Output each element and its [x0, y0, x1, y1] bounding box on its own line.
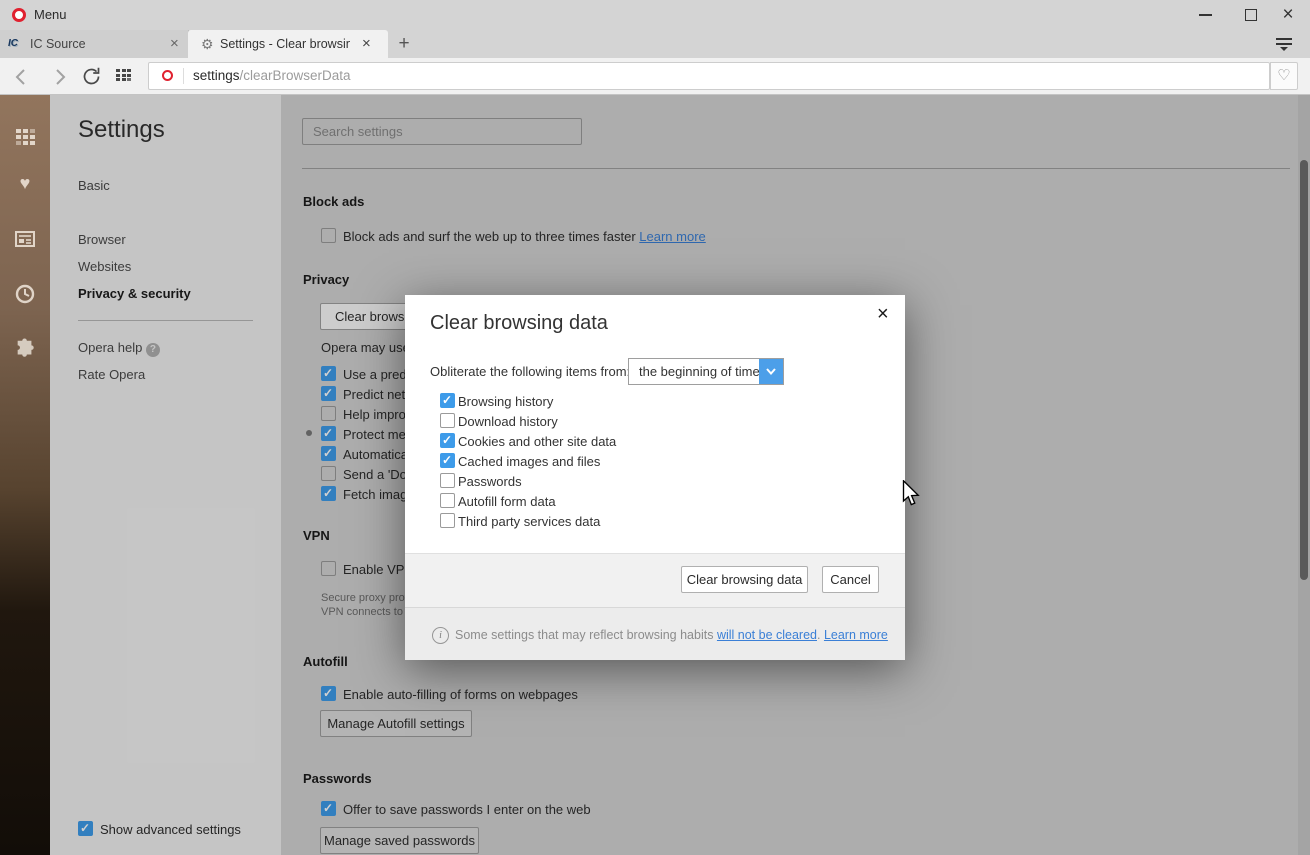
grid-icon	[116, 69, 133, 81]
extensions-button[interactable]	[0, 338, 50, 360]
learn-more-link[interactable]: Learn more	[824, 628, 888, 642]
speed-dial-button[interactable]	[0, 120, 50, 145]
dialog-label-autofill: Autofill form data	[458, 494, 556, 509]
dialog-checkbox-autofill[interactable]	[440, 493, 455, 508]
dialog-title: Clear browsing data	[430, 312, 608, 335]
opera-sidebar: ♥	[0, 95, 50, 855]
chevron-down-icon	[766, 368, 776, 375]
address-bar[interactable]: settings/clearBrowserData	[148, 62, 1270, 90]
opera-logo-icon	[12, 8, 26, 22]
navigation-toolbar: settings/clearBrowserData ♡	[0, 58, 1310, 95]
bookmark-heart-button[interactable]: ♡	[1270, 62, 1298, 90]
tab-strip: IC IC Source × ⚙ Settings - Clear browsi…	[0, 30, 1310, 58]
url-path: /clearBrowserData	[240, 68, 351, 83]
clear-browsing-data-dialog: Clear browsing data × Obliterate the fol…	[405, 295, 905, 660]
dialog-clear-button[interactable]: Clear browsing data	[681, 566, 808, 593]
obliterate-label: Obliterate the following items from:	[430, 364, 630, 379]
dialog-cancel-button[interactable]: Cancel	[822, 566, 879, 593]
dialog-info-text: Some settings that may reflect browsing …	[455, 628, 888, 642]
url-base: settings	[193, 68, 240, 83]
reload-icon	[81, 66, 102, 87]
dialog-checkbox-cookies[interactable]	[440, 433, 455, 448]
minimize-icon	[1199, 14, 1212, 16]
dialog-info-bar: i Some settings that may reflect browsin…	[405, 607, 905, 660]
dialog-label-cached-images: Cached images and files	[458, 454, 600, 469]
news-button[interactable]	[0, 231, 50, 247]
bookmarks-button[interactable]: ♥	[0, 173, 50, 194]
newspaper-icon	[15, 231, 35, 247]
heart-icon: ♥	[20, 173, 31, 193]
dialog-close-button[interactable]: ×	[877, 303, 889, 326]
tab-close-icon[interactable]: ×	[170, 30, 179, 58]
opera-badge-icon	[162, 70, 173, 81]
dropdown-button[interactable]	[759, 359, 783, 384]
close-window-button[interactable]: ×	[1266, 0, 1310, 30]
dialog-label-third-party: Third party services data	[458, 514, 600, 529]
cursor-arrow-icon	[902, 480, 920, 507]
info-icon: i	[432, 627, 449, 644]
ic-source-favicon: IC	[8, 30, 18, 58]
forward-arrow-icon	[49, 67, 69, 87]
speed-dial-icon	[16, 129, 35, 145]
dialog-checkbox-cached-images[interactable]	[440, 453, 455, 468]
settings-gear-icon: ⚙	[201, 30, 214, 58]
plus-icon: +	[398, 33, 409, 54]
close-icon: ×	[877, 303, 889, 325]
puzzle-icon	[14, 338, 36, 360]
back-arrow-icon	[12, 67, 32, 87]
tab-close-icon[interactable]: ×	[362, 30, 371, 58]
address-divider	[183, 68, 184, 84]
dialog-label-download-history: Download history	[458, 414, 558, 429]
dialog-checkbox-third-party[interactable]	[440, 513, 455, 528]
dialog-label-cookies: Cookies and other site data	[458, 434, 616, 449]
mouse-cursor	[902, 480, 920, 507]
history-button[interactable]	[0, 284, 50, 304]
forward-button[interactable]	[49, 67, 69, 87]
title-bar: Menu ×	[0, 0, 1310, 30]
tab-menu-button[interactable]	[1276, 38, 1292, 51]
minimize-button[interactable]	[1183, 0, 1227, 30]
time-range-dropdown[interactable]: the beginning of time	[628, 358, 784, 385]
tab-settings[interactable]: ⚙ Settings - Clear browsing d ×	[188, 30, 388, 58]
page-area: ♥	[0, 95, 1310, 855]
clock-icon	[15, 284, 35, 304]
speed-dial-grid-button[interactable]	[116, 69, 133, 84]
dialog-checkbox-passwords[interactable]	[440, 473, 455, 488]
dialog-checkbox-download-history[interactable]	[440, 413, 455, 428]
will-not-be-cleared-link[interactable]: will not be cleared	[717, 628, 817, 642]
url-text: settings/clearBrowserData	[193, 63, 351, 89]
maximize-icon	[1245, 9, 1257, 21]
new-tab-button[interactable]: +	[392, 30, 416, 58]
menu-button-label: Menu	[34, 0, 67, 30]
browser-window: Menu × IC IC Source × ⚙ Settings - Clear…	[0, 0, 1310, 855]
heart-icon: ♡	[1277, 67, 1290, 84]
time-range-value: the beginning of time	[629, 359, 765, 384]
reload-button[interactable]	[81, 66, 102, 87]
tab-title: Settings - Clear browsing d	[220, 30, 350, 58]
dialog-label-passwords: Passwords	[458, 474, 522, 489]
tab-title: IC Source	[30, 30, 162, 58]
dialog-button-bar: Clear browsing data Cancel	[405, 553, 905, 607]
tab-menu-icon	[1276, 38, 1292, 40]
dialog-label-browsing-history: Browsing history	[458, 394, 553, 409]
tab-ic-source[interactable]: IC IC Source ×	[0, 30, 189, 58]
back-button[interactable]	[12, 67, 32, 87]
dialog-checkbox-browsing-history[interactable]	[440, 393, 455, 408]
close-icon: ×	[1282, 4, 1293, 25]
